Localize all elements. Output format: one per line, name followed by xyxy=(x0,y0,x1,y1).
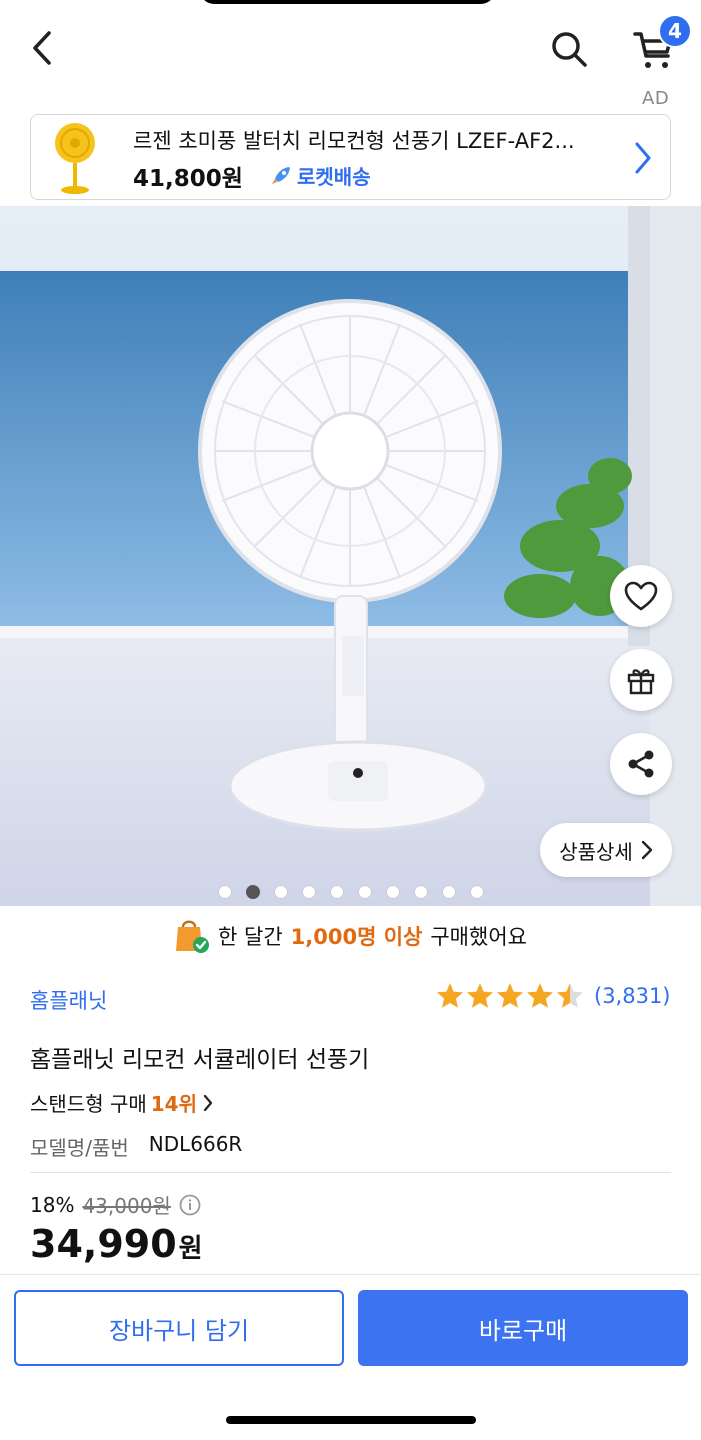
rocket-icon xyxy=(272,166,290,184)
bottom-bar-divider xyxy=(0,1274,701,1275)
rating[interactable]: (3,831) xyxy=(436,982,671,1009)
sale-price-unit: 원 xyxy=(178,1234,203,1264)
pagination-dot[interactable] xyxy=(358,885,372,899)
star-icon xyxy=(497,983,523,1008)
model-value: NDL666R xyxy=(148,1132,243,1156)
share-button[interactable] xyxy=(610,733,672,795)
original-price: 43,000원 xyxy=(82,1194,171,1218)
ad-price: 41,800원 xyxy=(133,166,243,192)
discount-row: 18% 43,000원 xyxy=(30,1190,201,1219)
purchase-count-banner: 한 달간 1,000명 이상 구매했어요 xyxy=(0,910,701,962)
gallery-pagination xyxy=(218,885,484,899)
chevron-right-icon xyxy=(635,142,651,174)
product-detail-label: 상품상세 xyxy=(559,839,633,864)
share-icon xyxy=(628,750,654,778)
star-icon xyxy=(527,983,553,1008)
ad-label: AD xyxy=(642,88,670,109)
banner-suffix: 구매했어요 xyxy=(430,925,527,949)
ad-title: 르젠 초미풍 발터치 리모컨형 선풍기 LZEF-AF2... xyxy=(133,129,575,153)
product-detail-button[interactable]: 상품상세 xyxy=(540,823,672,877)
category-rank-link[interactable]: 스탠드형 구매 14위 xyxy=(30,1088,213,1117)
review-count: (3,831) xyxy=(594,983,671,1008)
banner-highlight: 1,000명 이상 xyxy=(290,925,423,949)
back-button[interactable] xyxy=(22,26,62,70)
ad-banner[interactable]: 르젠 초미풍 발터치 리모컨형 선풍기 LZEF-AF2... 41,800원 … xyxy=(30,114,671,200)
cart-count-badge: 4 xyxy=(658,14,692,48)
shopping-bag-check-icon xyxy=(176,920,210,953)
divider xyxy=(30,1172,671,1173)
pagination-dot[interactable] xyxy=(386,885,400,899)
discount-rate: 18% xyxy=(30,1192,75,1217)
ad-product-thumbnail xyxy=(55,123,95,194)
home-indicator xyxy=(226,1416,476,1424)
sale-price-value: 34,990 xyxy=(30,1222,177,1266)
rank-label: 스탠드형 구매 xyxy=(30,1092,147,1116)
product-image-gallery[interactable] xyxy=(0,206,701,906)
gift-icon xyxy=(627,669,655,695)
gift-button[interactable] xyxy=(610,649,672,711)
rank-number: 14위 xyxy=(150,1092,197,1116)
chevron-left-icon xyxy=(33,31,51,65)
chevron-right-icon xyxy=(203,1094,213,1111)
add-to-cart-button[interactable]: 장바구니 담기 xyxy=(14,1290,344,1366)
rocket-delivery-label: 로켓배송 xyxy=(297,165,371,189)
brand-link[interactable]: 홈플래닛 xyxy=(30,985,107,1015)
product-title: 홈플래닛 리모컨 서큘레이터 선풍기 xyxy=(30,1047,370,1073)
pagination-dot[interactable] xyxy=(246,885,260,899)
sale-price: 34,990 원 xyxy=(30,1222,203,1266)
rating-stars xyxy=(436,982,584,1009)
model-label: 모델명/품번 xyxy=(30,1136,129,1160)
product-image xyxy=(0,206,701,906)
pagination-dot[interactable] xyxy=(330,885,344,899)
pagination-dot[interactable] xyxy=(442,885,456,899)
banner-prefix: 한 달간 xyxy=(218,925,283,949)
pagination-dot[interactable] xyxy=(274,885,288,899)
star-icon xyxy=(437,983,463,1008)
wishlist-button[interactable] xyxy=(610,565,672,627)
chevron-right-icon xyxy=(641,840,652,860)
pagination-dot[interactable] xyxy=(470,885,484,899)
buy-now-button[interactable]: 바로구매 xyxy=(358,1290,688,1366)
info-icon[interactable] xyxy=(179,1194,201,1216)
top-nav: 4 xyxy=(0,0,701,100)
pagination-dot[interactable] xyxy=(218,885,232,899)
search-icon xyxy=(552,32,587,67)
star-icon xyxy=(467,983,493,1008)
model-info: 모델명/품번 NDL666R xyxy=(30,1132,242,1161)
star-icon xyxy=(557,983,583,1008)
pagination-dot[interactable] xyxy=(302,885,316,899)
heart-icon xyxy=(624,581,658,611)
rocket-delivery-badge: 로켓배송 xyxy=(269,161,371,190)
search-button[interactable] xyxy=(544,24,594,74)
pagination-dot[interactable] xyxy=(414,885,428,899)
